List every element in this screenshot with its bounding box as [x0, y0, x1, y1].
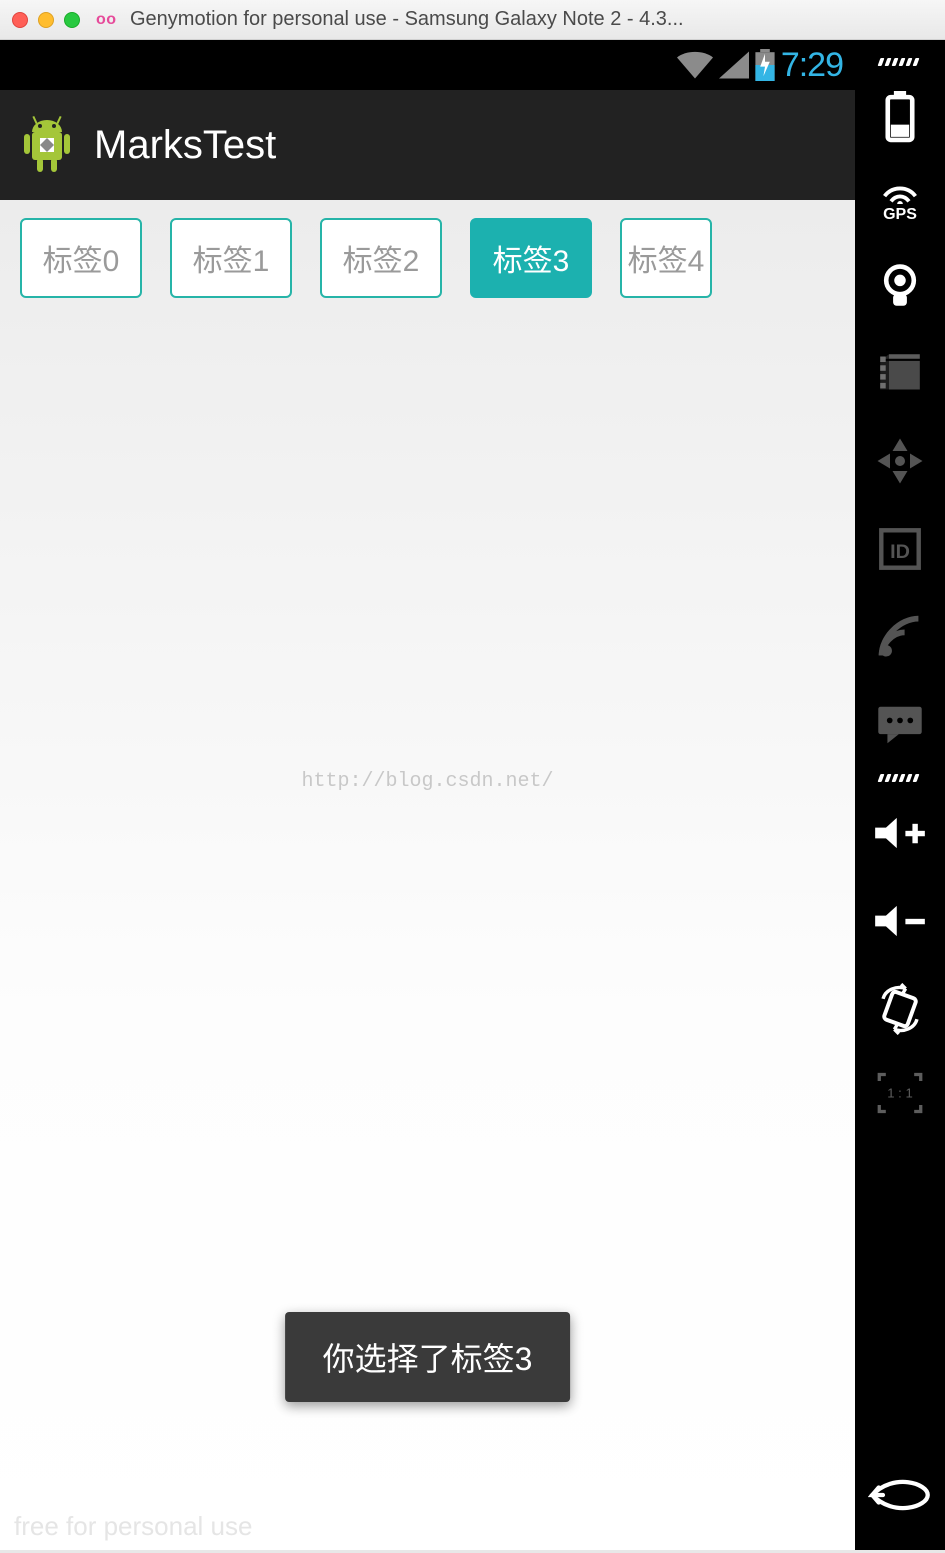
- volume-down-button[interactable]: [855, 878, 945, 964]
- tab-3[interactable]: 标签3: [470, 218, 592, 298]
- footer-text: free for personal use: [14, 1511, 252, 1542]
- volume-up-button[interactable]: [855, 790, 945, 876]
- tabs-row: 标签0 标签1 标签2 标签3 标签4: [0, 200, 855, 298]
- app-actionbar: MarksTest: [0, 90, 855, 200]
- svg-text:ID: ID: [890, 541, 910, 563]
- sidebar-separator-icon: [879, 58, 921, 66]
- status-clock: 7:29: [781, 46, 843, 85]
- gps-label: GPS: [883, 206, 917, 224]
- traffic-lights: [12, 12, 80, 28]
- window-title: Genymotion for personal use - Samsung Ga…: [124, 8, 933, 31]
- tab-4[interactable]: 标签4: [620, 218, 712, 298]
- emulator-body: 7:29 MarksTest: [0, 40, 945, 1550]
- app-icon: [20, 114, 74, 176]
- genymotion-logo-icon: o o: [96, 11, 114, 29]
- back-button[interactable]: [855, 1440, 945, 1550]
- battery-charging-icon: [755, 49, 775, 81]
- tab-2[interactable]: 标签2: [320, 218, 442, 298]
- android-statusbar[interactable]: 7:29: [0, 40, 855, 90]
- screencast-button[interactable]: [855, 330, 945, 416]
- emulator-sidebar: GPS: [855, 40, 945, 1550]
- toast-message: 你选择了标签3: [285, 1312, 571, 1402]
- network-button[interactable]: [855, 594, 945, 680]
- macos-titlebar: o o Genymotion for personal use - Samsun…: [0, 0, 945, 40]
- svg-text:1 : 1: 1 : 1: [887, 1085, 912, 1100]
- camera-button[interactable]: [855, 242, 945, 328]
- window-zoom-button[interactable]: [64, 12, 80, 28]
- battery-button[interactable]: [855, 74, 945, 160]
- wifi-icon: [677, 51, 713, 79]
- aspect-ratio-button[interactable]: 1 : 1: [855, 1054, 945, 1132]
- window-minimize-button[interactable]: [38, 12, 54, 28]
- app-title: MarksTest: [94, 123, 276, 168]
- watermark-text: http://blog.csdn.net/: [0, 770, 855, 793]
- identifier-button[interactable]: ID: [855, 506, 945, 592]
- device-screen: 7:29 MarksTest: [0, 40, 855, 1550]
- gps-button[interactable]: GPS: [855, 162, 945, 240]
- cell-signal-icon: [719, 51, 749, 79]
- tab-1[interactable]: 标签1: [170, 218, 292, 298]
- sms-button[interactable]: [855, 682, 945, 768]
- content-area: 标签0 标签1 标签2 标签3 标签4 http://blog.csdn.net…: [0, 200, 855, 1550]
- rotate-button[interactable]: [855, 966, 945, 1052]
- sidebar-separator-icon: [879, 774, 921, 782]
- dpad-button[interactable]: [855, 418, 945, 504]
- window-close-button[interactable]: [12, 12, 28, 28]
- tab-0[interactable]: 标签0: [20, 218, 142, 298]
